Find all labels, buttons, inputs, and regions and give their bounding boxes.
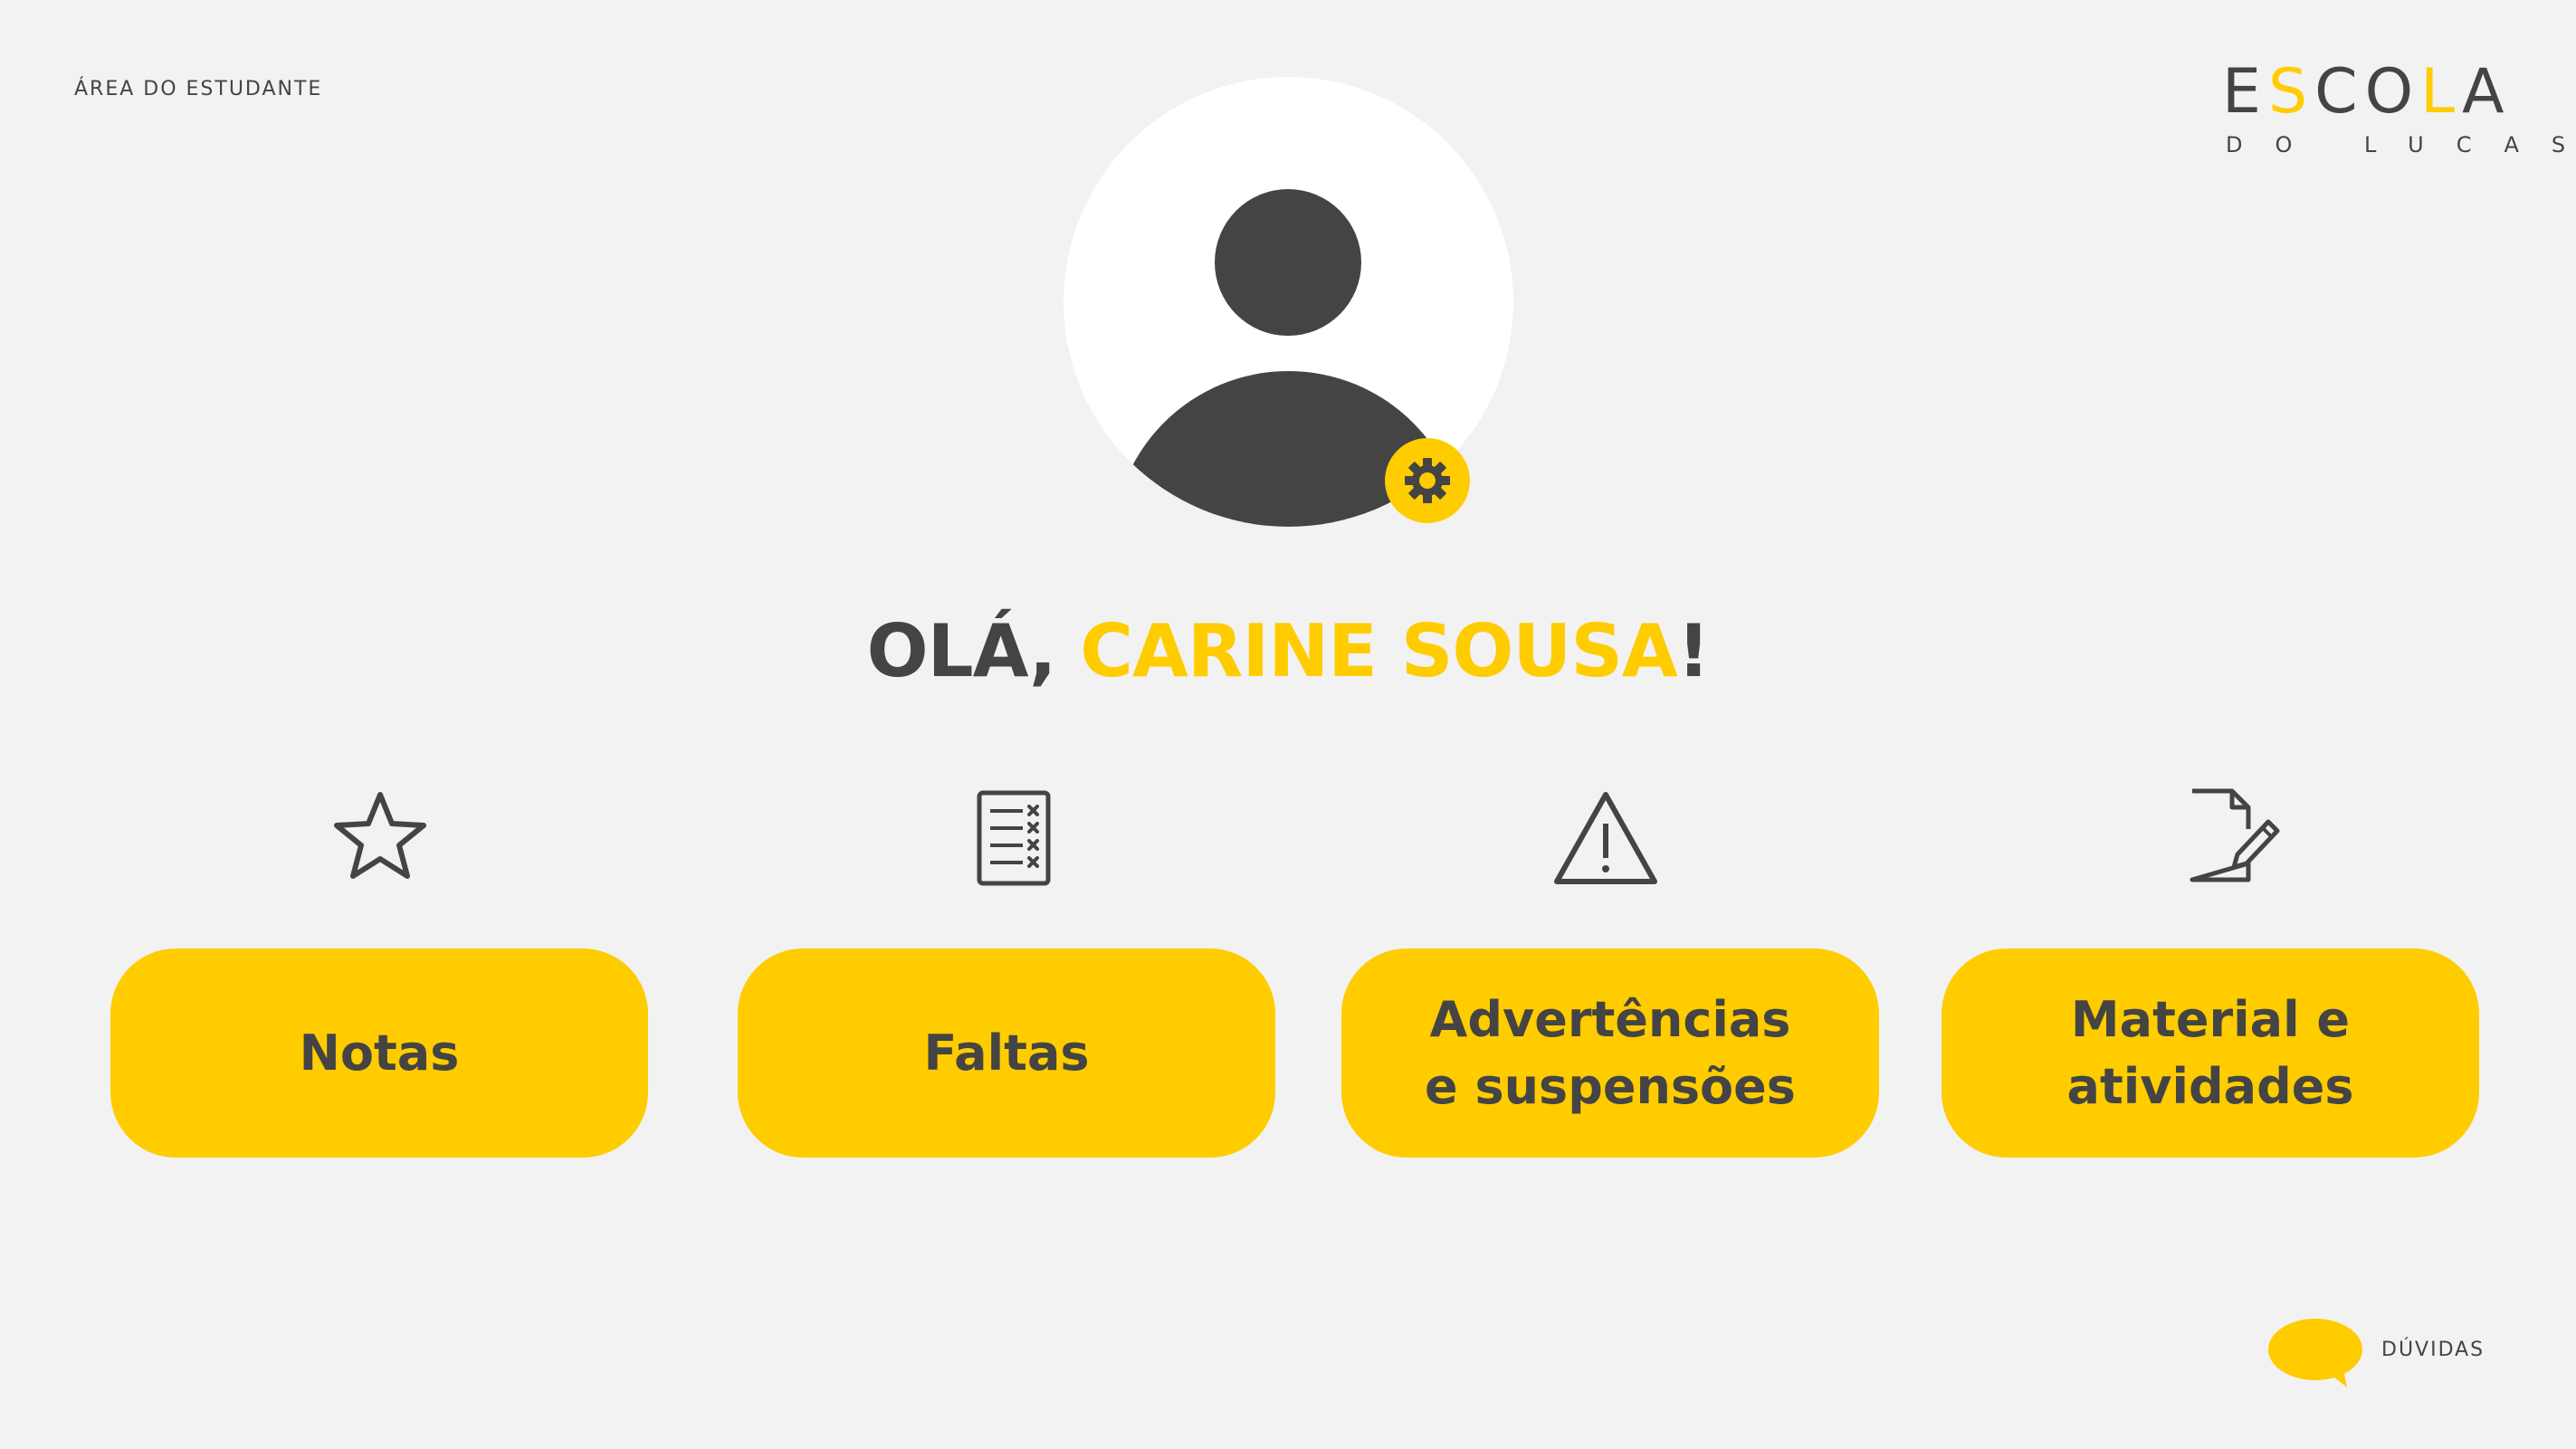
school-logo[interactable]: ESCOLA DO LUCAS <box>2222 62 2565 161</box>
student-name: CARINE SOUSA <box>1080 609 1678 693</box>
greeting-suffix: ! <box>1676 609 1710 693</box>
logo-letter: C <box>2314 56 2365 128</box>
materials-activities-button[interactable]: Material e atividades <box>1942 949 2479 1158</box>
chat-bubble-icon <box>2268 1319 2362 1387</box>
logo-letter: O <box>2364 56 2421 128</box>
grades-button-label: Notas <box>300 1020 460 1086</box>
warnings-suspensions-button[interactable]: Advertências e suspensões <box>1341 949 1879 1158</box>
logo-letter: E <box>2222 56 2268 128</box>
absences-button[interactable]: Faltas <box>738 949 1275 1158</box>
logo-subtitle: DO LUCAS <box>2226 132 2576 157</box>
logo-letter: S <box>2267 56 2315 128</box>
button-label-line: e suspensões <box>1425 1057 1796 1115</box>
warnings-button-label: Advertências e suspensões <box>1425 987 1796 1120</box>
help-button[interactable]: DÚVIDAS <box>2267 1317 2503 1389</box>
greeting-prefix: OLÁ, <box>866 609 1081 693</box>
logo-wordmark: ESCOLA <box>2222 62 2512 123</box>
button-label-line: Notas <box>299 1024 460 1082</box>
warning-icon <box>1554 792 1657 884</box>
button-label-line: Advertências <box>1429 991 1791 1049</box>
button-label-line: atividades <box>2066 1057 2354 1115</box>
area-label: ÁREA DO ESTUDANTE <box>74 78 323 100</box>
button-label-line: Material e <box>2070 991 2351 1049</box>
greeting-heading: OLÁ, CARINE SOUSA! <box>0 608 2576 695</box>
avatar-head-shape <box>1215 189 1361 336</box>
checklist-icon <box>977 790 1051 886</box>
gear-icon <box>1405 458 1450 503</box>
grades-button[interactable]: Notas <box>110 949 648 1158</box>
materials-button-label: Material e atividades <box>2067 987 2354 1120</box>
button-label-line: Faltas <box>923 1024 1090 1082</box>
star-icon <box>334 792 426 879</box>
absences-button-label: Faltas <box>923 1020 1089 1086</box>
logo-letter: L <box>2420 56 2463 128</box>
logo-letter: A <box>2462 56 2512 128</box>
profile-settings-button[interactable] <box>1385 438 1470 523</box>
help-label: DÚVIDAS <box>2381 1339 2485 1361</box>
document-edit-icon <box>2190 788 2280 882</box>
